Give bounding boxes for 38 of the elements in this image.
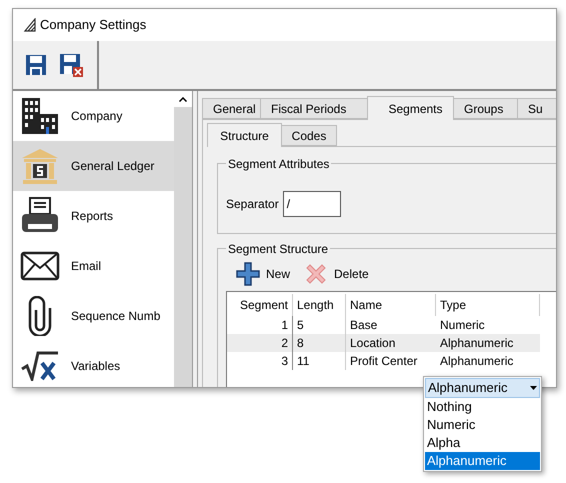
bank-icon (20, 146, 60, 186)
square-root-icon (20, 351, 60, 381)
dropdown-option[interactable]: Alphanumeric (425, 452, 540, 470)
table-cell-text: Alphanumeric (439, 353, 514, 370)
save-icon[interactable] (25, 54, 47, 76)
table-cell-text: Numeric (439, 317, 486, 334)
dropdown-field[interactable]: Alphanumeric (425, 378, 540, 398)
field-label: Separator (226, 196, 279, 212)
scrollbar[interactable] (174, 91, 192, 387)
save-close-icon[interactable] (59, 53, 83, 77)
window-title: Company Settings (40, 16, 146, 34)
tab[interactable]: General (202, 98, 261, 119)
delete-button[interactable]: Delete (304, 261, 369, 287)
table-cell-text: Alphanumeric (439, 335, 514, 352)
tab[interactable]: Segments (367, 96, 454, 120)
tab[interactable]: Groups (453, 98, 518, 119)
logo-icon (23, 18, 37, 32)
table-cell: 11 (293, 352, 346, 370)
tab[interactable]: Structure (207, 123, 282, 147)
dropdown-option[interactable]: Alpha (425, 434, 540, 452)
dropdown-option[interactable]: Nothing (425, 398, 540, 416)
table-cell-text: Profit Center (349, 353, 418, 370)
new-button[interactable]: New (236, 261, 290, 287)
tab[interactable]: Fiscal Periods (260, 98, 368, 119)
sidebar-item[interactable]: General Ledger (13, 141, 174, 191)
table-cell-text: Base (349, 317, 378, 334)
scroll-up-icon[interactable] (179, 96, 187, 102)
table-row[interactable]: 2 8 Location Alphanumeric (227, 334, 540, 352)
plus-icon (236, 262, 260, 286)
cross-icon (304, 262, 328, 286)
table-cell: 3 (227, 352, 293, 370)
table-cell-text: Location (349, 335, 396, 352)
separator-field[interactable]: / (282, 190, 341, 216)
tab[interactable]: Codes (281, 125, 337, 146)
building-icon (20, 96, 60, 136)
envelope-icon (20, 250, 60, 282)
tab[interactable]: Su (517, 98, 556, 119)
dropdown-option[interactable]: Numeric (425, 416, 540, 434)
